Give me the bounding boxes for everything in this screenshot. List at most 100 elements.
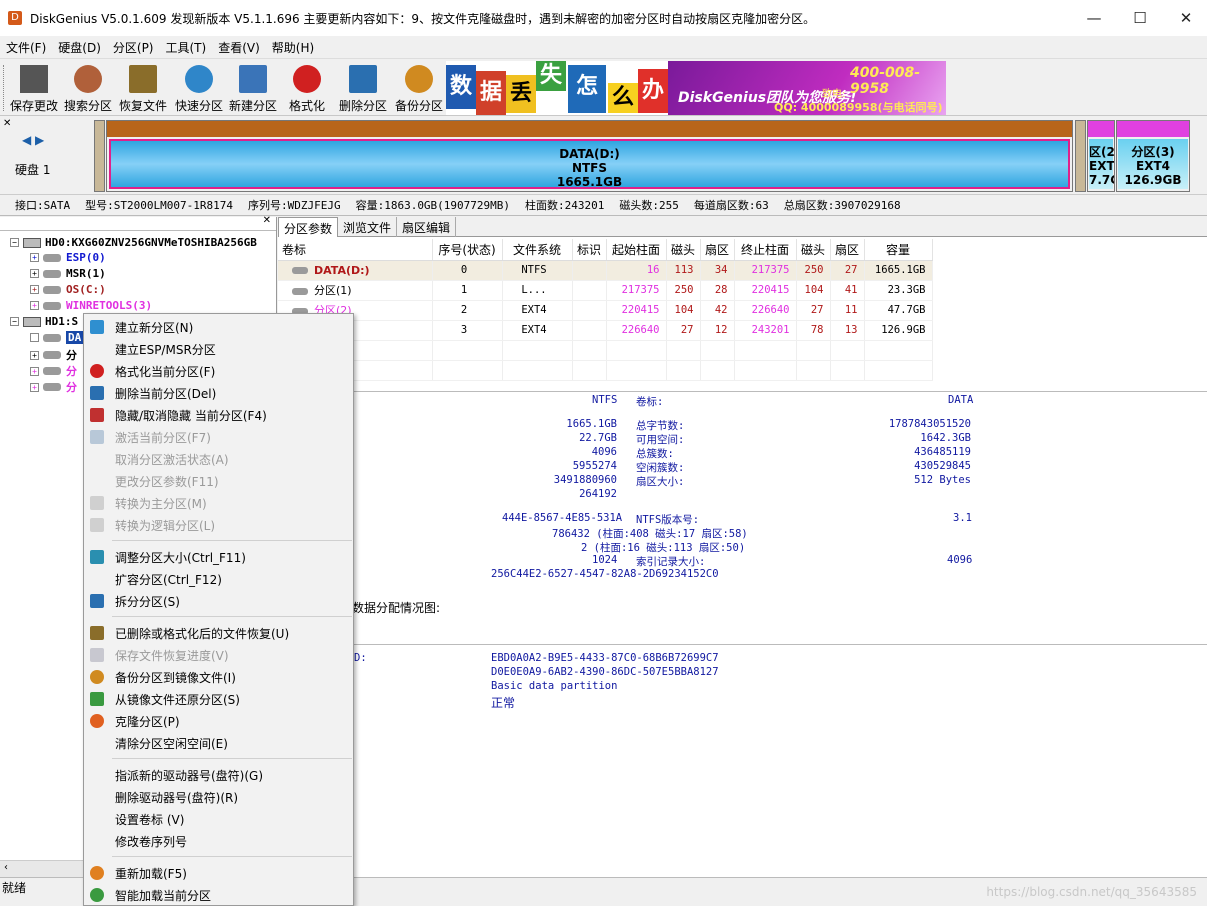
partition-icon: [292, 267, 308, 274]
col-header[interactable]: 标识: [572, 239, 607, 261]
col-header[interactable]: 终止柱面: [734, 239, 797, 261]
table-cell: 16: [606, 260, 667, 281]
table-cell: 3: [432, 320, 503, 341]
menu-tools[interactable]: 工具(T): [160, 39, 213, 56]
menu-view[interactable]: 查看(V): [212, 39, 266, 56]
table-cell: 126.9GB: [864, 320, 933, 341]
table-cell: EXT4: [502, 300, 573, 321]
context-menu-item[interactable]: 重新加载(F5): [84, 862, 353, 884]
status-text: 就绪: [2, 881, 27, 895]
expand-icon[interactable]: +: [30, 382, 39, 392]
tab-browse-files[interactable]: 浏览文件: [338, 217, 398, 237]
context-menu-item[interactable]: 建立ESP/MSR分区: [84, 338, 353, 360]
tree-partition[interactable]: + 分: [30, 379, 77, 395]
expand-icon[interactable]: +: [30, 333, 39, 342]
tree-partition-selected[interactable]: + DA: [30, 331, 84, 344]
disk-nav-arrows[interactable]: ◀ ▶: [22, 133, 44, 147]
toolbar-button[interactable]: 快速分区: [175, 63, 223, 115]
close-button[interactable]: ✕: [1163, 0, 1207, 36]
context-menu-item[interactable]: 建立新分区(N): [84, 316, 353, 338]
toolbar-button[interactable]: 恢复文件: [119, 63, 167, 115]
tree-disk-hd1[interactable]: − HD1:S: [10, 315, 78, 328]
minimize-button[interactable]: —: [1071, 0, 1117, 36]
expand-icon[interactable]: +: [30, 253, 39, 262]
table-row[interactable]: 分区(2) 2 EXT4 220415 104 42 226640 27 11 47.7GB: [278, 300, 933, 321]
col-header[interactable]: 起始柱面: [606, 239, 667, 261]
context-menu-item[interactable]: 调整分区大小(Ctrl_F11): [84, 546, 353, 568]
ad-banner[interactable]: 数 据 丢 失 怎 么 办 DiskGenius团队为您服务! 致电: 400-…: [446, 61, 946, 115]
context-menu-item[interactable]: 指派新的驱动器号(盘符)(G): [84, 764, 353, 786]
col-header[interactable]: 文件系统: [502, 239, 573, 261]
context-menu-item[interactable]: 删除驱动器号(盘符)(R): [84, 786, 353, 808]
collapse-icon[interactable]: −: [10, 317, 19, 326]
tab-partition-params[interactable]: 分区参数: [278, 217, 339, 237]
col-header[interactable]: 磁头: [666, 239, 701, 261]
expand-icon[interactable]: +: [30, 269, 39, 278]
disk-segment-small[interactable]: [1075, 120, 1086, 192]
tab-sector-edit[interactable]: 扇区编辑: [397, 217, 457, 237]
close-icon[interactable]: ✕: [3, 118, 11, 129]
tab-strip: 分区参数 浏览文件 扇区编辑: [278, 217, 1207, 237]
expand-icon[interactable]: +: [30, 350, 39, 360]
activate-icon: [90, 430, 104, 444]
table-cell: 250: [796, 260, 831, 281]
tree-close-icon[interactable]: ✕: [263, 215, 271, 226]
context-menu-item[interactable]: 隐藏/取消隐藏 当前分区(F4): [84, 404, 353, 426]
col-header[interactable]: 卷标: [278, 239, 433, 261]
context-menu-item[interactable]: 删除当前分区(Del): [84, 382, 353, 404]
detail-value: 430529845: [914, 460, 971, 472]
context-menu-item[interactable]: 设置卷标 (V): [84, 808, 353, 830]
context-menu-item[interactable]: 克隆分区(P): [84, 710, 353, 732]
col-header[interactable]: 容量: [864, 239, 933, 261]
table-cell: L...: [502, 280, 573, 301]
col-header[interactable]: 扇区: [700, 239, 735, 261]
context-menu-item[interactable]: 修改卷序列号: [84, 830, 353, 852]
context-menu-item[interactable]: 清除分区空闲空间(E): [84, 732, 353, 754]
tree-partition[interactable]: + 分: [30, 363, 77, 379]
disk-segment-part2[interactable]: 区(2 EXT4 7.7G: [1087, 120, 1115, 192]
expand-icon[interactable]: +: [30, 285, 39, 294]
allocation-map-title: 数据分配情况图:: [352, 601, 441, 615]
disk-segment-part3[interactable]: 分区(3) EXT4 126.9GB: [1116, 120, 1190, 192]
scroll-left-icon[interactable]: ‹: [4, 862, 8, 873]
toolbar-button[interactable]: 删除分区: [339, 63, 387, 115]
toolbar-button[interactable]: 备份分区: [395, 63, 443, 115]
col-header[interactable]: 扇区: [830, 239, 865, 261]
tree-partition[interactable]: + ESP(0): [30, 251, 106, 264]
tree-disk-hd0[interactable]: − HD0:KXG60ZNV256GNVMeTOSHIBA256GB: [10, 236, 257, 249]
menu-help[interactable]: 帮助(H): [266, 39, 320, 56]
table-row[interactable]: DATA(D:) 0 NTFS 16 113 34 217375 250 27 1665.1GB: [278, 260, 933, 281]
disk-segment-small[interactable]: [94, 120, 105, 192]
expand-icon[interactable]: +: [30, 301, 39, 310]
col-header[interactable]: 磁头: [796, 239, 831, 261]
table-cell: 217375: [606, 280, 667, 301]
table-row[interactable]: 分区(3)3EXT422664027122432017813126.9GB: [278, 320, 933, 341]
context-menu-label: 激活当前分区(F7): [115, 430, 211, 445]
tree-partition[interactable]: + 分: [30, 347, 77, 363]
disk-segment-data[interactable]: DATA(D:) NTFS 1665.1GB: [106, 120, 1073, 192]
context-menu-label: 智能加载当前分区: [115, 888, 212, 903]
menu-partition[interactable]: 分区(P): [107, 39, 160, 56]
toolbar-button[interactable]: 保存更改: [10, 63, 58, 115]
tree-partition[interactable]: + OS(C:): [30, 283, 106, 296]
toolbar-button-label: 格式化: [289, 99, 326, 113]
context-menu-item[interactable]: 格式化当前分区(F): [84, 360, 353, 382]
context-menu-item[interactable]: 扩容分区(Ctrl_F12): [84, 568, 353, 590]
table-row[interactable]: 分区(1) 1 L... 217375 250 28 220415 104 41 23.3GB: [278, 280, 933, 301]
context-menu-item[interactable]: 从镜像文件还原分区(S): [84, 688, 353, 710]
context-menu-item[interactable]: 智能加载当前分区: [84, 884, 353, 906]
tree-partition[interactable]: + WINRETOOLS(3): [30, 299, 152, 312]
collapse-icon[interactable]: −: [10, 238, 19, 247]
toolbar-button[interactable]: 格式化: [289, 63, 325, 115]
expand-icon[interactable]: +: [30, 366, 39, 376]
menu-file[interactable]: 文件(F): [0, 39, 52, 56]
menu-disk[interactable]: 硬盘(D): [52, 39, 107, 56]
context-menu-item[interactable]: 已删除或格式化后的文件恢复(U): [84, 622, 353, 644]
context-menu-item[interactable]: 拆分分区(S): [84, 590, 353, 612]
tree-partition[interactable]: + MSR(1): [30, 267, 106, 280]
col-header[interactable]: 序号(状态): [432, 239, 503, 261]
context-menu-item[interactable]: 备份分区到镜像文件(I): [84, 666, 353, 688]
maximize-button[interactable]: ☐: [1117, 0, 1163, 36]
toolbar-button[interactable]: 搜索分区: [64, 63, 112, 115]
toolbar-button[interactable]: 新建分区: [229, 63, 277, 115]
